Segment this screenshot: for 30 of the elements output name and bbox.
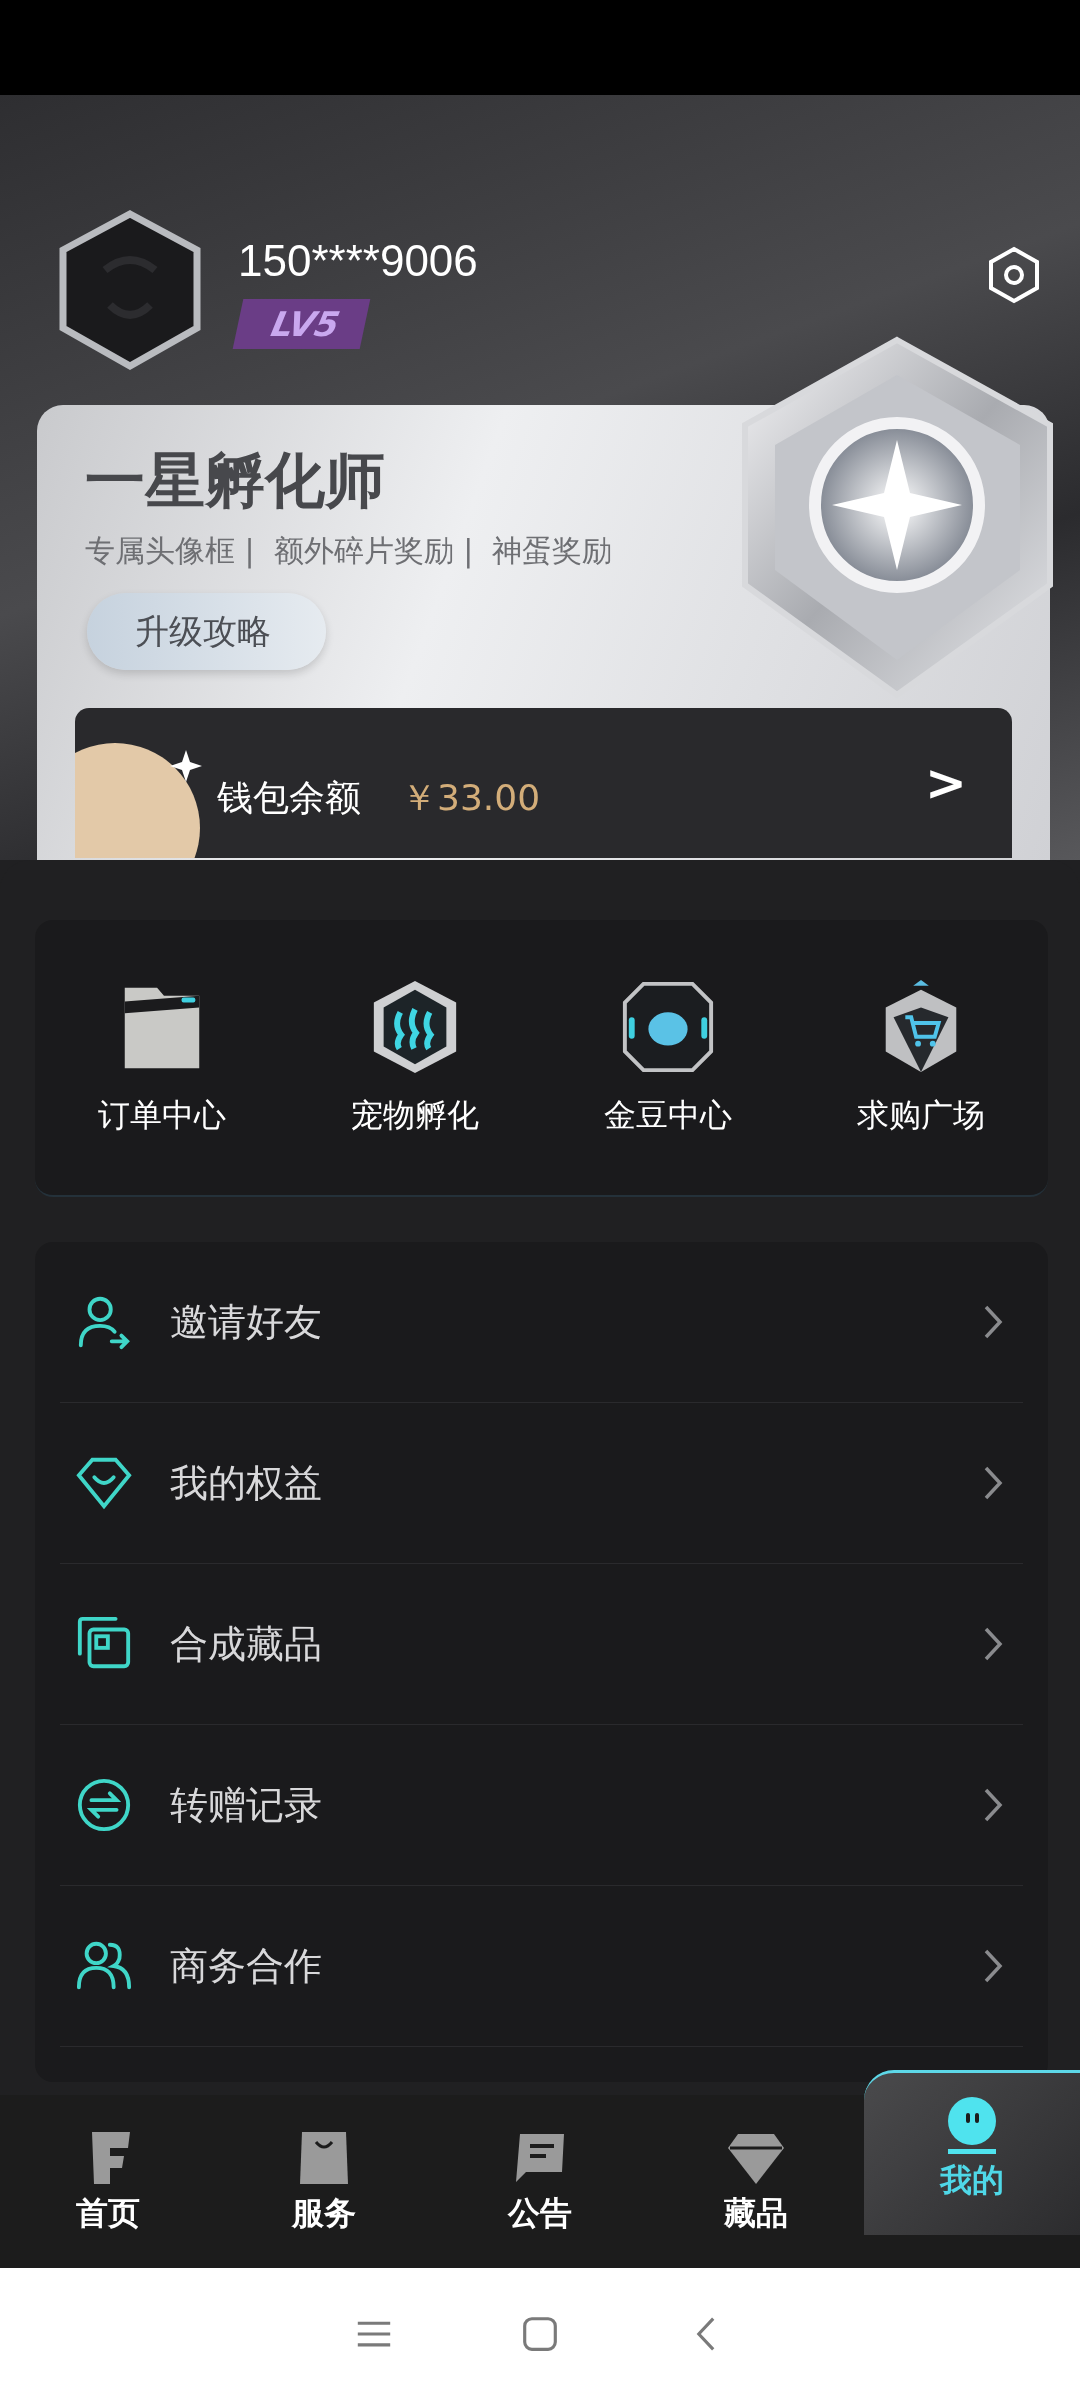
upgrade-guide-button[interactable]: 升级攻略 [87, 593, 326, 670]
wallet-label: 钱包余额 [217, 775, 361, 820]
chevron-right-icon [983, 1948, 1003, 1984]
menu-item[interactable]: 邀请好友 [60, 1242, 1023, 1403]
wallet-amount: ￥33.00 [401, 775, 541, 820]
menu-item[interactable]: 商务合作 [60, 1886, 1023, 2047]
chevron-right-icon [983, 1304, 1003, 1340]
tier-title: 一星孵化师 [85, 445, 385, 515]
menu-item[interactable]: 合成藏品 [60, 1564, 1023, 1725]
menu-item[interactable]: 我的权益 [60, 1403, 1023, 1564]
tier-benefits: 专属头像框 | 额外碎片奖励 | 神蛋奖励 [85, 533, 613, 568]
tab[interactable]: 我的 [864, 2070, 1080, 2235]
menu-item[interactable]: 转赠记录 [60, 1725, 1023, 1886]
shortcut-label[interactable]: 订单中心 [97, 1093, 226, 1138]
shortcut-label[interactable]: 求购广场 [857, 1093, 986, 1138]
shortcut-label[interactable]: 金豆中心 [604, 1093, 733, 1138]
wallet-arrow: > [925, 754, 967, 812]
tab[interactable]: 首页 [0, 2095, 216, 2268]
transfer-arrows-icon [75, 1776, 133, 1834]
tab[interactable]: 服务 [216, 2095, 432, 2268]
chevron-right-icon [983, 1787, 1003, 1823]
chevron-right-icon [983, 1465, 1003, 1501]
phone-number: 150****9006 [238, 235, 478, 287]
shortcut-label[interactable]: 宠物孵化 [350, 1093, 479, 1138]
level-badge: LV5 [232, 299, 371, 349]
wallet-bar[interactable]: 钱包余额 ￥33.00 > [75, 708, 1012, 858]
tab[interactable]: 公告 [432, 2095, 648, 2268]
tab[interactable]: 藏品 [648, 2095, 864, 2268]
chevron-right-icon [983, 1626, 1003, 1662]
home-square-icon[interactable] [522, 2316, 558, 2352]
